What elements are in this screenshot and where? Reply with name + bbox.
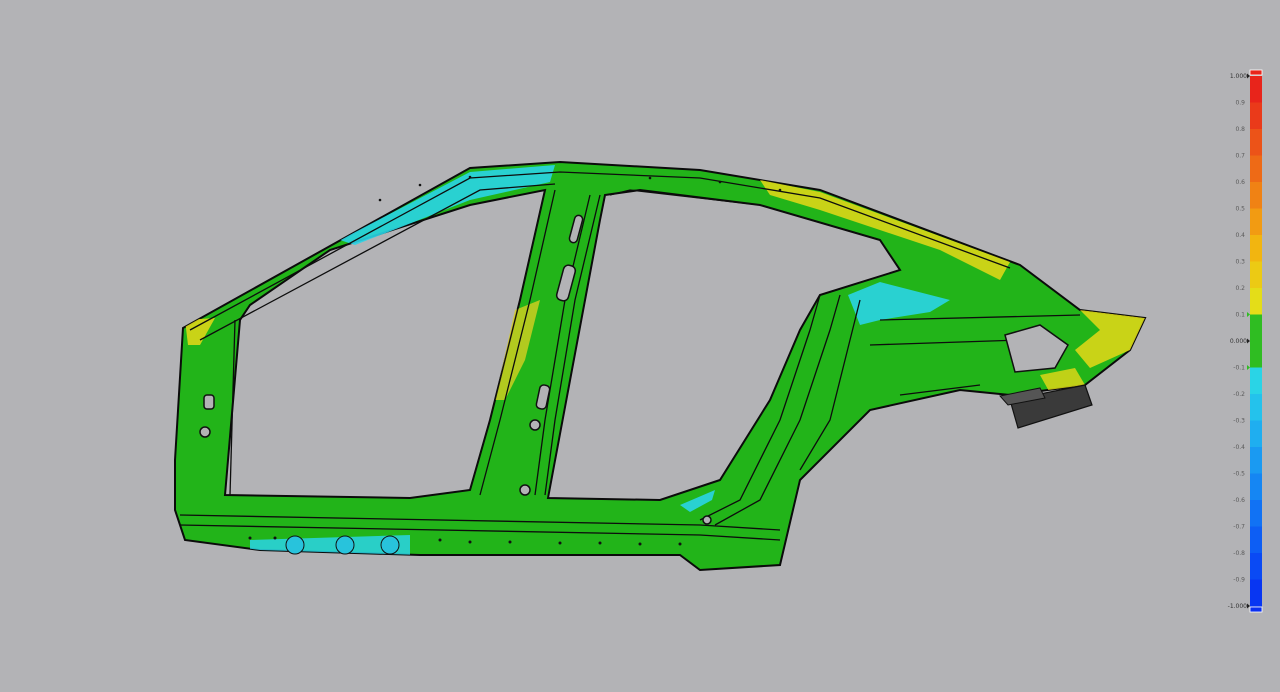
legend-tick-label: 0.6: [1235, 179, 1245, 186]
legend-tick-label: -0.6: [1233, 497, 1245, 504]
3d-viewport[interactable]: [0, 0, 1280, 692]
legend-tick-label: 0.5: [1235, 206, 1245, 213]
legend-swatch: [1250, 500, 1262, 527]
legend-tick-label: 1.000: [1230, 73, 1247, 80]
legend-tick-label: 0.4: [1235, 232, 1245, 239]
legend-marker: [1247, 73, 1250, 79]
legend-swatch: [1250, 208, 1262, 236]
body-side-panel[interactable]: [174, 160, 1147, 572]
legend-tick-label: -0.5: [1233, 471, 1245, 478]
legend-tick-label: 0.2: [1235, 285, 1245, 292]
legend-marker: [1247, 338, 1250, 344]
legend-endcap: [1249, 69, 1263, 76]
body-side-outline: [174, 160, 1147, 572]
legend-tick-label: -0.1: [1233, 365, 1245, 372]
legend-swatch: [1250, 447, 1262, 474]
legend-swatch: [1250, 526, 1262, 554]
legend-swatch: [1250, 341, 1262, 368]
legend-swatch: [1250, 314, 1262, 342]
legend-swatch: [1250, 394, 1262, 421]
legend-color-bar: [1249, 69, 1263, 613]
legend-tick-label: -0.3: [1233, 418, 1245, 425]
legend-swatch: [1250, 473, 1262, 501]
legend-tick-label: 0.1: [1235, 312, 1245, 319]
legend-tick-label: -0.8: [1233, 550, 1245, 557]
legend-tick-label: -0.2: [1233, 391, 1245, 398]
legend-swatch: [1250, 420, 1262, 448]
legend-swatch: [1250, 155, 1262, 183]
legend-tick-label: -0.7: [1233, 524, 1245, 531]
legend-swatch: [1250, 235, 1262, 262]
legend-marker: [1247, 312, 1250, 317]
legend-tick-label: 0.3: [1235, 259, 1245, 266]
legend-tick-label: -0.4: [1233, 444, 1245, 451]
legend-swatch: [1250, 76, 1262, 103]
legend-swatch: [1250, 367, 1262, 395]
legend-marker: [1247, 365, 1250, 370]
legend-tick-label: -1.000: [1228, 603, 1248, 610]
color-legend: 1.000 0.9 0.8 0.7 0.6 0.5 0.4 0.3 0.2 0.1 0.000 -0.…: [1228, 69, 1263, 613]
legend-tick-label: 0.9: [1235, 100, 1245, 107]
legend-tick-label: -0.9: [1233, 577, 1245, 584]
legend-swatch: [1250, 553, 1262, 580]
legend-swatch: [1250, 579, 1262, 607]
legend-swatch: [1250, 288, 1262, 315]
legend-endcap: [1249, 606, 1263, 613]
legend-swatch: [1250, 261, 1262, 289]
legend-swatch: [1250, 129, 1262, 156]
legend-marker: [1247, 603, 1250, 609]
legend-tick-label: 0.000: [1230, 338, 1247, 345]
legend-swatch: [1250, 182, 1262, 209]
legend-labels: 1.000 0.9 0.8 0.7 0.6 0.5 0.4 0.3 0.2 0.1 0.000 -0.…: [1228, 73, 1250, 610]
legend-tick-label: 0.8: [1235, 126, 1245, 133]
legend-swatch: [1250, 102, 1262, 130]
legend-tick-label: 0.7: [1235, 153, 1245, 160]
